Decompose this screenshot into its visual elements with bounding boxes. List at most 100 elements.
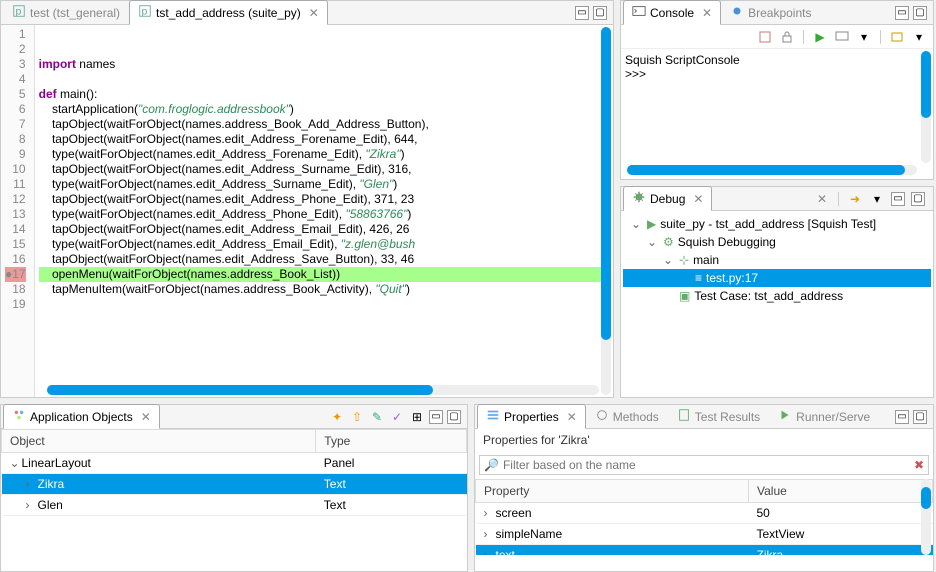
separator xyxy=(803,30,804,44)
tab-label: Runner/Serve xyxy=(796,410,870,424)
editor-tabbar: p test (tst_general) p tst_add_address (… xyxy=(1,1,613,25)
tab-test-general[interactable]: p test (tst_general) xyxy=(3,0,129,25)
column-object[interactable]: Object xyxy=(2,430,316,453)
table-row[interactable]: ›textZikra xyxy=(476,545,933,556)
scrollbar-thumb[interactable] xyxy=(47,385,433,395)
minimize-button[interactable]: ▭ xyxy=(895,6,909,20)
new-console-icon[interactable] xyxy=(889,29,905,45)
maximize-button[interactable]: ▢ xyxy=(593,6,607,20)
debug-tree-row[interactable]: ▣Test Case: tst_add_address xyxy=(623,287,931,305)
maximize-button[interactable]: ▢ xyxy=(447,410,461,424)
remove-icon[interactable]: ✕ xyxy=(814,191,830,207)
tab-tst-add-address[interactable]: p tst_add_address (suite_py) ✕ xyxy=(129,0,328,25)
clear-filter-icon[interactable]: ✖ xyxy=(914,458,924,472)
binoculars-icon: 🔎 xyxy=(484,458,499,472)
clear-icon[interactable] xyxy=(757,29,773,45)
debug-tree-row[interactable]: ⌄▶suite_py - tst_add_address [Squish Tes… xyxy=(623,215,931,233)
dropdown-icon[interactable]: ▾ xyxy=(856,29,872,45)
table-row[interactable]: ›simpleNameTextView xyxy=(476,524,933,545)
debug-panel: Debug ✕ ✕ ➜ ▾ ▭ ▢ ⌄▶suite_py - tst_add_a… xyxy=(620,186,934,398)
tab-label: Console xyxy=(650,6,694,20)
picker-icon[interactable]: ✎ xyxy=(369,409,385,425)
tab-debug[interactable]: Debug ✕ xyxy=(623,186,712,211)
runner-icon xyxy=(778,408,792,425)
console-icon xyxy=(632,4,646,21)
close-icon[interactable]: ✕ xyxy=(309,6,319,20)
lock-icon[interactable] xyxy=(779,29,795,45)
tab-properties[interactable]: Properties ✕ xyxy=(477,404,586,429)
minimize-button[interactable]: ▭ xyxy=(575,6,589,20)
horizontal-scrollbar[interactable] xyxy=(627,165,917,175)
tab-runner[interactable]: Runner/Serve xyxy=(769,404,879,429)
tab-application-objects[interactable]: Application Objects ✕ xyxy=(3,404,160,429)
vertical-scrollbar[interactable] xyxy=(921,51,931,163)
minimize-button[interactable]: ▭ xyxy=(891,192,905,206)
line-gutter: 12345678910111213141516●171819 xyxy=(1,25,35,397)
pin-icon[interactable]: ▶ xyxy=(812,29,828,45)
verify-icon[interactable]: ✓ xyxy=(389,409,405,425)
debug-tree[interactable]: ⌄▶suite_py - tst_add_address [Squish Tes… xyxy=(621,211,933,309)
minimize-button[interactable]: ▭ xyxy=(429,410,443,424)
maximize-button[interactable]: ▢ xyxy=(913,410,927,424)
python-icon: p xyxy=(12,4,26,21)
debug-icon xyxy=(632,190,646,207)
separator xyxy=(880,30,881,44)
properties-filter[interactable]: 🔎 ✖ xyxy=(479,455,929,475)
editor-body[interactable]: 12345678910111213141516●171819 import na… xyxy=(1,25,613,397)
scrollbar-thumb[interactable] xyxy=(921,487,931,510)
maximize-button[interactable]: ▢ xyxy=(911,192,925,206)
table-row[interactable]: ›ZikraText xyxy=(2,474,467,495)
close-icon[interactable]: ✕ xyxy=(141,410,151,424)
objects-table[interactable]: Object Type ⌄LinearLayoutPanel›ZikraText… xyxy=(1,429,467,516)
tab-label: Test Results xyxy=(695,410,760,424)
tab-label: Properties xyxy=(504,410,559,424)
debug-tabbar: Debug ✕ ✕ ➜ ▾ ▭ ▢ xyxy=(621,187,933,211)
display-icon[interactable] xyxy=(834,29,850,45)
editor-panel: p test (tst_general) p tst_add_address (… xyxy=(0,0,614,398)
debug-tree-row[interactable]: ⌄⊹main xyxy=(623,251,931,269)
tab-label: Application Objects xyxy=(30,410,133,424)
up-icon[interactable]: ⇧ xyxy=(349,409,365,425)
expand-icon[interactable]: ⊞ xyxy=(409,409,425,425)
filter-input[interactable] xyxy=(503,458,910,472)
maximize-button[interactable]: ▢ xyxy=(913,6,927,20)
column-value[interactable]: Value xyxy=(749,480,933,503)
minimize-button[interactable]: ▭ xyxy=(895,410,909,424)
table-row[interactable]: ›GlenText xyxy=(2,495,467,516)
svg-text:p: p xyxy=(142,6,148,18)
tab-breakpoints[interactable]: Breakpoints xyxy=(721,0,820,25)
console-title: Squish ScriptConsole xyxy=(625,53,929,67)
close-icon[interactable]: ✕ xyxy=(702,6,712,20)
dropdown-icon[interactable]: ▾ xyxy=(911,29,927,45)
table-row[interactable]: ⌄LinearLayoutPanel xyxy=(2,453,467,474)
scrollbar-thumb[interactable] xyxy=(627,165,905,175)
console-tabbar: Console ✕ Breakpoints ▭ ▢ xyxy=(621,1,933,25)
horizontal-scrollbar[interactable] xyxy=(47,385,599,395)
code-area[interactable]: import names def main(): startApplicatio… xyxy=(35,25,613,397)
properties-panel: Properties ✕ Methods Test Results Runner… xyxy=(474,404,934,572)
scrollbar-thumb[interactable] xyxy=(601,27,611,340)
methods-icon xyxy=(595,408,609,425)
debug-tree-row[interactable]: ≡test.py:17 xyxy=(623,269,931,287)
debug-tree-row[interactable]: ⌄⚙Squish Debugging xyxy=(623,233,931,251)
table-row[interactable]: ›screen50 xyxy=(476,503,933,524)
step-icon[interactable]: ➜ xyxy=(847,191,863,207)
close-icon[interactable]: ✕ xyxy=(693,192,703,206)
console-prompt[interactable]: >>> xyxy=(625,67,929,81)
properties-tabbar: Properties ✕ Methods Test Results Runner… xyxy=(475,405,933,429)
tab-console[interactable]: Console ✕ xyxy=(623,0,721,25)
vertical-scrollbar[interactable] xyxy=(601,27,611,395)
application-objects-panel: Application Objects ✕ ✦ ⇧ ✎ ✓ ⊞ ▭ ▢ Obje… xyxy=(0,404,468,572)
tab-methods[interactable]: Methods xyxy=(586,404,668,429)
results-icon xyxy=(677,408,691,425)
scrollbar-thumb[interactable] xyxy=(921,51,931,118)
properties-table[interactable]: Property Value ›screen50›simpleNameTextV… xyxy=(475,479,933,555)
menu-icon[interactable]: ▾ xyxy=(869,191,885,207)
refresh-icon[interactable]: ✦ xyxy=(329,409,345,425)
vertical-scrollbar[interactable] xyxy=(921,479,931,555)
properties-title: Properties for 'Zikra' xyxy=(475,429,933,451)
column-type[interactable]: Type xyxy=(316,430,467,453)
close-icon[interactable]: ✕ xyxy=(567,410,577,424)
column-property[interactable]: Property xyxy=(476,480,749,503)
tab-test-results[interactable]: Test Results xyxy=(668,404,769,429)
